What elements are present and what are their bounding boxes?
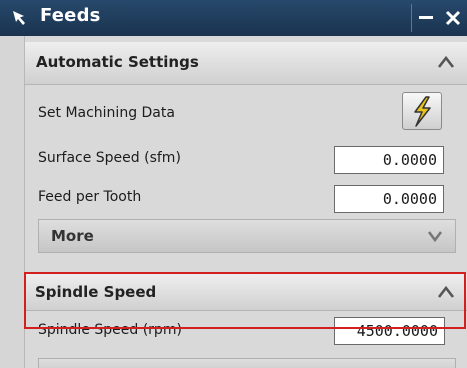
feed-per-tooth-field[interactable]: 0.0000 <box>334 185 444 213</box>
settings-panel: Automatic Settings Set Machining Data Su… <box>24 36 467 368</box>
surface-speed-label: Surface Speed (sfm) <box>38 150 181 166</box>
spindle-speed-title: Spindle Speed <box>35 283 157 301</box>
spindle-speed-header[interactable]: Spindle Speed <box>25 274 467 311</box>
window-title: Feeds <box>40 5 101 26</box>
minimize-button[interactable] <box>411 4 440 32</box>
title-bar: Feeds <box>0 0 467 36</box>
feed-per-tooth-label: Feed per Tooth <box>38 189 142 205</box>
chevron-up-icon[interactable] <box>437 285 455 299</box>
select-arrow-icon <box>13 11 25 25</box>
chevron-up-icon[interactable] <box>437 55 455 69</box>
set-machining-data-label: Set Machining Data <box>38 105 175 121</box>
lightning-icon <box>414 96 431 127</box>
automatic-settings-header[interactable]: Automatic Settings <box>25 42 467 85</box>
set-machining-data-button[interactable] <box>402 92 442 130</box>
chevron-down-icon <box>427 231 443 242</box>
spindle-speed-rpm-field[interactable]: 4500.0000 <box>334 317 445 345</box>
surface-speed-field[interactable]: 0.0000 <box>334 146 444 174</box>
more-expander[interactable]: More <box>38 219 456 253</box>
automatic-settings-title: Automatic Settings <box>36 53 199 71</box>
minimize-icon <box>419 16 433 19</box>
spindle-speed-rpm-label: Spindle Speed (rpm) <box>38 322 182 338</box>
more-label: More <box>51 227 94 245</box>
close-icon <box>445 10 461 26</box>
close-button[interactable] <box>439 4 467 32</box>
feeds-dialog: Feeds Automatic Settings Set Machining D… <box>0 0 467 368</box>
collapsed-section-row[interactable] <box>38 358 456 368</box>
